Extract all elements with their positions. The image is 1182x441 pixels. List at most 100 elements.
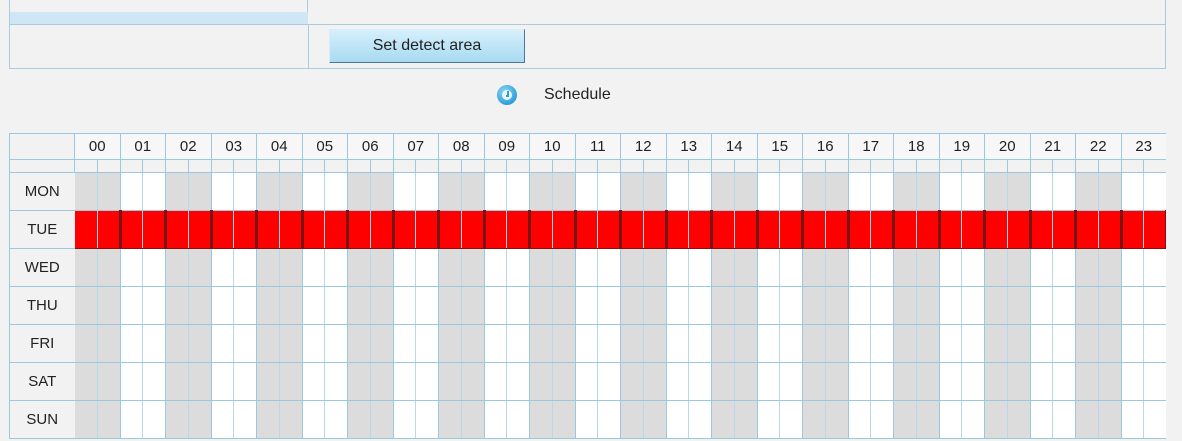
schedule-slot[interactable] [961,286,986,325]
schedule-slot[interactable] [1098,362,1122,401]
schedule-slot[interactable] [757,210,781,249]
schedule-slot[interactable] [324,210,349,249]
half-hour-header[interactable] [688,159,713,173]
schedule-slot[interactable] [893,324,917,363]
schedule-slot[interactable] [165,172,189,211]
schedule-slot[interactable] [984,286,1008,325]
schedule-slot[interactable] [233,248,257,287]
hour-header-14[interactable]: 14 [711,133,758,160]
schedule-slot[interactable] [1098,172,1122,211]
schedule-slot[interactable] [233,400,257,439]
schedule-slot[interactable] [916,210,941,249]
schedule-slot[interactable] [575,172,599,211]
set-detect-area-button[interactable]: Set detect area [329,29,525,63]
schedule-slot[interactable] [74,248,98,287]
schedule-slot[interactable] [302,248,326,287]
half-hour-header[interactable] [506,159,530,173]
hour-header-19[interactable]: 19 [938,133,986,160]
half-hour-header[interactable] [96,159,121,173]
schedule-slot[interactable] [324,324,348,363]
schedule-slot[interactable] [1052,362,1077,401]
half-hour-header[interactable] [301,159,326,173]
schedule-slot[interactable] [711,172,735,211]
schedule-slot[interactable] [506,286,530,325]
schedule-slot[interactable] [97,362,121,401]
hour-header-07[interactable]: 07 [392,133,439,160]
schedule-slot[interactable] [1098,210,1123,249]
schedule-slot[interactable] [1075,210,1099,249]
schedule-slot[interactable] [324,248,348,287]
schedule-slot[interactable] [1098,286,1122,325]
schedule-slot[interactable] [711,324,735,363]
schedule-slot[interactable] [984,172,1008,211]
schedule-slot[interactable] [893,172,917,211]
schedule-slot[interactable] [484,362,508,401]
hour-header-12[interactable]: 12 [620,133,667,160]
schedule-slot[interactable] [1143,172,1166,211]
schedule-slot[interactable] [1030,324,1054,363]
schedule-slot[interactable] [438,362,462,401]
schedule-slot[interactable] [165,324,189,363]
schedule-slot[interactable] [461,362,485,401]
schedule-slot[interactable] [1075,286,1099,325]
half-hour-header[interactable] [1143,159,1166,173]
schedule-slot[interactable] [1007,172,1031,211]
schedule-slot[interactable] [1098,248,1122,287]
schedule-slot[interactable] [506,362,530,401]
half-hour-header[interactable] [233,159,257,173]
schedule-slot[interactable] [393,172,417,211]
schedule-slot[interactable] [188,248,212,287]
schedule-slot[interactable] [393,210,417,249]
schedule-slot[interactable] [302,362,326,401]
schedule-slot[interactable] [802,324,826,363]
schedule-slot[interactable] [142,324,166,363]
schedule-slot[interactable] [802,172,826,211]
schedule-slot[interactable] [1143,248,1166,287]
schedule-slot[interactable] [848,286,872,325]
schedule-slot[interactable] [188,362,212,401]
hour-header-16[interactable]: 16 [802,133,849,160]
half-hour-header[interactable] [642,159,667,173]
schedule-slot[interactable] [961,172,986,211]
schedule-slot[interactable] [848,362,872,401]
schedule-slot[interactable] [848,248,872,287]
schedule-slot[interactable] [848,400,872,439]
half-hour-header[interactable] [415,159,439,173]
hour-header-13[interactable]: 13 [665,133,713,160]
schedule-slot[interactable] [438,210,462,249]
schedule-slot[interactable] [74,362,98,401]
schedule-slot[interactable] [1030,400,1054,439]
schedule-slot[interactable] [757,172,781,211]
schedule-slot[interactable] [916,400,940,439]
half-hour-header[interactable] [210,159,235,173]
schedule-slot[interactable] [97,248,121,287]
schedule-slot[interactable] [1007,400,1031,439]
half-hour-header[interactable] [119,159,144,173]
schedule-slot[interactable] [415,172,439,211]
schedule-slot[interactable] [984,210,1008,249]
schedule-slot[interactable] [711,248,735,287]
schedule-slot[interactable] [620,286,644,325]
schedule-slot[interactable] [597,324,622,363]
schedule-slot[interactable] [415,400,439,439]
schedule-slot[interactable] [575,324,599,363]
schedule-slot[interactable] [415,210,440,249]
half-hour-header[interactable] [74,159,98,173]
schedule-slot[interactable] [97,286,121,325]
schedule-slot[interactable] [961,248,986,287]
schedule-slot[interactable] [142,172,166,211]
schedule-slot[interactable] [688,172,713,211]
schedule-slot[interactable] [506,400,530,439]
half-hour-header[interactable] [1006,159,1031,173]
schedule-slot[interactable] [302,324,326,363]
schedule-slot[interactable] [597,210,623,249]
schedule-slot[interactable] [1052,172,1077,211]
schedule-slot[interactable] [666,172,690,211]
schedule-slot[interactable] [779,400,804,439]
schedule-slot[interactable] [506,324,530,363]
half-hour-header[interactable] [733,159,758,173]
schedule-slot[interactable] [74,172,98,211]
schedule-slot[interactable] [120,400,144,439]
schedule-slot[interactable] [233,286,257,325]
schedule-slot[interactable] [870,248,895,287]
